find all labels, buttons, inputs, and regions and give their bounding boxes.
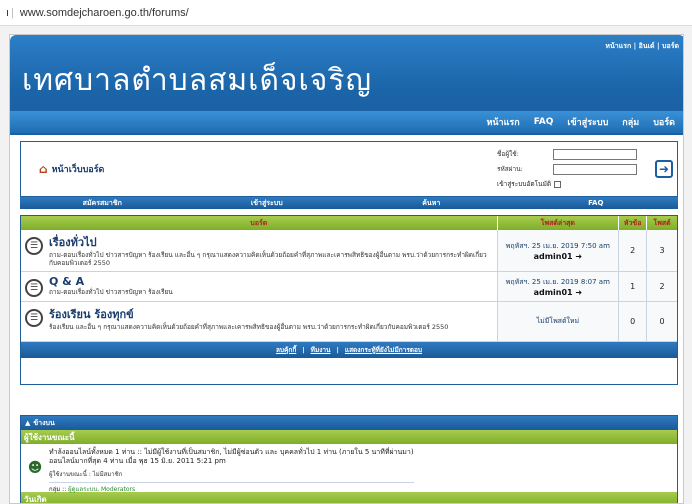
forum-read-icon: ☰ (25, 279, 43, 297)
forum-row: ☰ ร้องเรียน ร้องทุกข์ ร้องเรียน และอื่น … (21, 302, 677, 342)
back-to-top-bar: ▲ ข้างบน (21, 416, 677, 430)
users-icon: ☻ (27, 460, 43, 476)
unanswered-link[interactable]: แสดงกระทู้ที่ยังไม่มีการตอบ (345, 345, 422, 355)
header-posts: โพสต์ (653, 219, 671, 227)
forum-description: ถาม-ตอบเรื่องทั่วไป ข่าวสารปัญหา ร้องเรี… (49, 251, 487, 267)
password-label: รหัสผ่าน: (497, 165, 523, 173)
site-title: เทศบาลตำบลสมเด็จเจริญ (22, 63, 373, 98)
nav-groups[interactable]: กลุ่ม (622, 115, 639, 129)
topics-count: 1 (619, 272, 648, 301)
forum-row: ☰ เรื่องทั่วไป ถาม-ตอบเรื่องทั่วไป ข่าวส… (21, 230, 677, 272)
posts-count: 0 (647, 302, 677, 341)
forum-title[interactable]: ร้องเรียน ร้องทุกข์ (49, 305, 448, 323)
header-topics: หัวข้อ (619, 216, 648, 230)
posts-count: 2 (647, 272, 677, 301)
url-prefix: ı (6, 6, 10, 19)
url-separator: | (11, 6, 14, 19)
who-is-online: ▲ ข้างบน ผู้ใช้งานขณะนี้ ☻ ทำล้งออนไลน์ท… (20, 415, 678, 503)
nav-faq[interactable]: FAQ (534, 117, 554, 127)
forum-table-header: บอร์ด โพสต์ล่าสุด หัวข้อ โพสต์ (21, 216, 677, 230)
site-header: หน้าแรก | อินเด์ | บอร์ด เทศบาลตำบลสมเด็… (10, 35, 683, 135)
forum-table: บอร์ด โพสต์ล่าสุด หัวข้อ โพสต์ ☰ เรื่องท… (20, 215, 678, 385)
forum-title[interactable]: เรื่องทั่วไป (49, 233, 493, 251)
login-arrow-icon: ➜ (658, 162, 670, 176)
groups-list[interactable]: ผู้ดูแลระบบ, Moderators (68, 486, 135, 493)
header-forum: บอร์ด (21, 216, 498, 230)
online-summary: ทำล้งออนไลน์ทั้งหมด 1 ท่าน :: ไม่มีผู้ใช… (49, 448, 414, 456)
forum-description: ร้องเรียน และอื่น ๆ กรุณาแสดงความคิดเห็น… (49, 323, 449, 331)
subnav-login[interactable]: เข้าสู่ระบบ (185, 198, 350, 209)
url-text[interactable]: www.somdejcharoen.go.th/forums/ (20, 7, 189, 19)
browser-url-bar[interactable]: ı | www.somdejcharoen.go.th/forums/ (0, 0, 692, 26)
topics-count: 2 (619, 230, 648, 271)
toplink-board[interactable]: บอร์ด (662, 42, 679, 50)
nav-home[interactable]: หน้าแรก (486, 115, 519, 129)
header-last-post: โพสต์ล่าสุด (498, 216, 620, 230)
last-post-user[interactable]: admin01 ➜ (498, 252, 619, 261)
online-section-title: ผู้ใช้งานขณะนี้ (21, 430, 677, 444)
username-label: ชื่อผู้ใช้: (497, 150, 519, 158)
nav-login[interactable]: เข้าสู่ระบบ (567, 115, 608, 129)
remember-label: เข้าสู่ระบบอัตโนมัติ (497, 180, 552, 188)
board-home-link[interactable]: ⌂ หน้าเว็บบอร์ด (39, 162, 104, 176)
groups-label: กลุ่ม :: (49, 486, 67, 493)
sub-navbar: สมัครสมาชิก เข้าสู่ระบบ ค้นหา FAQ (20, 197, 678, 209)
login-button[interactable]: ➜ (655, 160, 673, 178)
delete-cookies-link[interactable]: ลบคุ้กกี้ (276, 345, 296, 355)
forum-footer-links: ลบคุ้กกี้ | ทีมงาน | แสดงกระทู้ที่ยังไม่… (21, 342, 677, 358)
toplink-home[interactable]: หน้าแรก (605, 42, 631, 50)
main-navbar: หน้าแรก FAQ เข้าสู่ระบบ กลุ่ม บอร์ด (10, 111, 683, 133)
last-post-user[interactable]: admin01 ➜ (498, 288, 619, 297)
toplink-index[interactable]: อินเด์ (639, 42, 655, 50)
subnav-faq[interactable]: FAQ (514, 199, 679, 207)
forum-title[interactable]: Q & A (49, 275, 173, 288)
password-field[interactable] (553, 163, 637, 175)
forum-read-icon: ☰ (25, 237, 43, 255)
subnav-search[interactable]: ค้นหา (349, 198, 514, 209)
remember-checkbox[interactable] (554, 180, 562, 188)
page-frame: หน้าแรก | อินเด์ | บอร์ด เทศบาลตำบลสมเด็… (9, 34, 684, 504)
topics-count: 0 (619, 302, 648, 341)
last-post-date: พฤหัสฯ. 25 เม.ย. 2019 7:50 am (505, 241, 610, 250)
team-link[interactable]: ทีมงาน (311, 345, 331, 355)
board-home-label[interactable]: หน้าเว็บบอร์ด (52, 162, 105, 176)
forum-row: ☰ Q & A ถาม-ตอบเรื่องทั่วไป ข่าวสารปัญหา… (21, 272, 677, 302)
top-links: หน้าแรก | อินเด์ | บอร์ด (605, 42, 679, 50)
forum-read-icon: ☰ (25, 309, 43, 327)
online-members: ผู้ใช้งานขณะนี้ : ไม่มีสมาชิก (49, 471, 123, 478)
posts-count: 3 (647, 230, 677, 271)
subnav-register[interactable]: สมัครสมาชิก (20, 198, 185, 209)
back-to-top-link[interactable]: ข้างบน (33, 418, 54, 429)
groups-line: กลุ่ม :: ผู้ดูแลระบบ, Moderators (49, 482, 414, 494)
login-box: ⌂ หน้าเว็บบอร์ด ชื่อผู้ใช้: รหัสผ่าน: เข… (20, 141, 678, 197)
house-icon: ⌂ (39, 162, 48, 176)
login-form: ชื่อผู้ใช้: รหัสผ่าน: เข้าสู่ระบบอัตโนมั… (497, 148, 667, 193)
max-online: ออนไลน์มากที่สุด 4 ท่าน เมื่อ พุธ 15 มิ.… (49, 457, 226, 465)
nav-board[interactable]: บอร์ด (653, 115, 675, 129)
last-post-date: พฤหัสฯ. 25 เม.ย. 2019 8:07 am (505, 277, 610, 286)
username-field[interactable] (553, 148, 637, 160)
last-post-date: ไม่มีโพสต์ใหม่ (536, 317, 580, 325)
forum-description: ถาม-ตอบเรื่องทั่วไป ข่าวสารปัญหา ร้องเรี… (49, 288, 173, 296)
up-arrow-icon: ▲ (25, 419, 31, 427)
